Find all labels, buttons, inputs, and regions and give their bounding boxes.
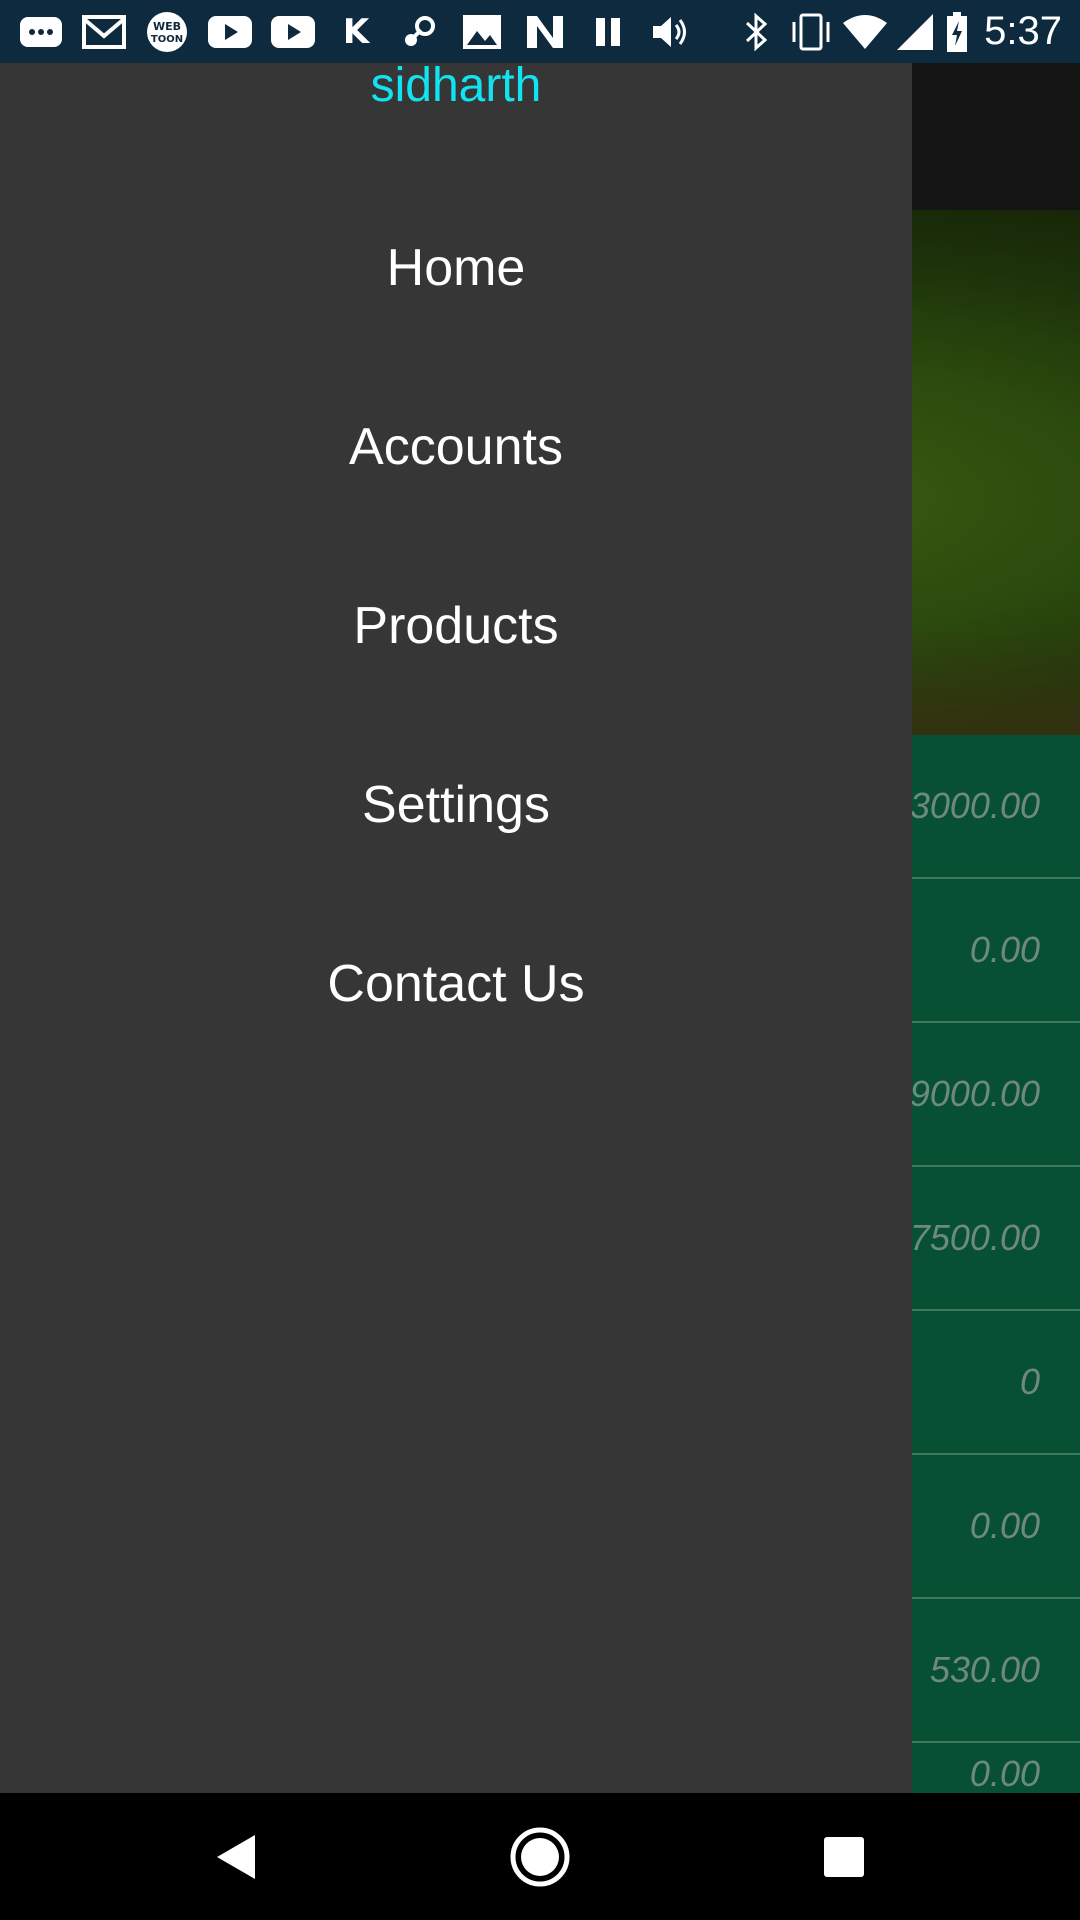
row-value: 0 bbox=[1019, 1361, 1040, 1402]
row-value: 0.00 bbox=[969, 1505, 1040, 1546]
menu-item-settings[interactable]: Settings bbox=[0, 715, 912, 894]
row-value: 0.00 bbox=[969, 929, 1040, 970]
menu-item-contact-us[interactable]: Contact Us bbox=[0, 894, 912, 1073]
menu-item-accounts[interactable]: Accounts bbox=[0, 357, 912, 536]
drawer-menu: Home Accounts Products Settings Contact … bbox=[0, 178, 912, 1073]
navigation-drawer: sidharth Home Accounts Products Settings… bbox=[0, 0, 912, 1793]
row-value: 9000.00 bbox=[909, 1073, 1040, 1114]
menu-item-products[interactable]: Products bbox=[0, 536, 912, 715]
svg-text:TOON: TOON bbox=[151, 34, 183, 45]
status-time: 5:37 bbox=[984, 9, 1062, 53]
back-icon[interactable] bbox=[172, 1793, 299, 1920]
gmail-icon bbox=[81, 9, 127, 55]
row-value: 7500.00 bbox=[909, 1217, 1040, 1258]
cell-signal-icon bbox=[892, 9, 938, 55]
youtube-icon bbox=[270, 9, 316, 55]
steam-icon bbox=[396, 9, 442, 55]
row-value: 3000.00 bbox=[909, 785, 1040, 826]
recents-icon[interactable] bbox=[780, 1793, 907, 1920]
webtoon-icon: WEB TOON bbox=[144, 9, 190, 55]
wifi-icon bbox=[842, 9, 888, 55]
system-status-icons: 5:37 bbox=[734, 0, 1062, 63]
battery-charging-icon bbox=[944, 9, 970, 55]
k-app-icon: K bbox=[342, 11, 370, 52]
pause-icon bbox=[585, 9, 631, 55]
status-bar: WEB TOON K 5:37 bbox=[0, 0, 1080, 63]
bluetooth-icon bbox=[734, 9, 780, 55]
svg-text:WEB: WEB bbox=[153, 20, 181, 33]
home-icon[interactable] bbox=[476, 1793, 603, 1920]
sms-icon bbox=[18, 9, 64, 55]
vibrate-icon bbox=[788, 9, 834, 55]
volume-icon bbox=[648, 9, 694, 55]
navigation-bar bbox=[0, 1793, 1080, 1920]
menu-item-home[interactable]: Home bbox=[0, 178, 912, 357]
notification-icons: WEB TOON K bbox=[18, 0, 711, 63]
n-app-icon bbox=[522, 9, 568, 55]
youtube-icon bbox=[207, 9, 253, 55]
drawer-username: sidharth bbox=[370, 59, 542, 112]
gallery-icon bbox=[459, 9, 505, 55]
